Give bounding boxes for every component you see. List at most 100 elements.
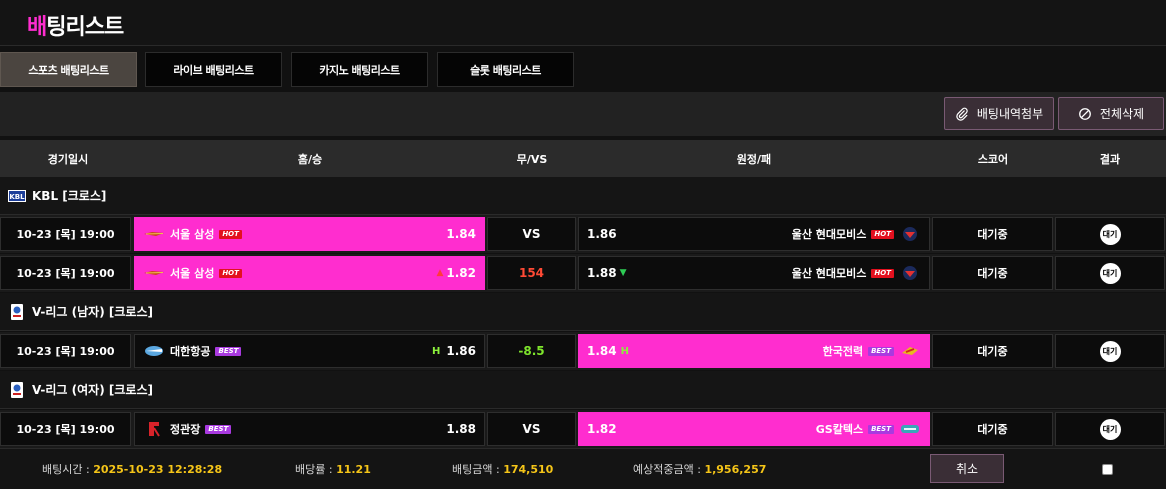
best-badge: BEST [205, 424, 232, 434]
jungkwanjang-logo-icon [143, 422, 165, 437]
table-row: 10-23 [목] 19:00 대한항공 BEST H 1.86 -8.5 1.… [0, 332, 1166, 370]
handicap-mark: H [432, 345, 441, 357]
page-title: 배팅리스트 [27, 15, 124, 40]
away-team-name: GS칼텍스 [815, 423, 864, 436]
ulsan-mobis-logo-icon [899, 227, 921, 241]
away-team-name: 울산 현대모비스 [791, 228, 867, 241]
hot-badge: HOT [219, 229, 242, 239]
seoul-samsung-logo-icon [143, 266, 165, 280]
draw-vs-cell: VS [487, 217, 576, 251]
title-bar: 배팅리스트 [0, 0, 1166, 46]
col-header-away: 원정/패 [736, 153, 772, 166]
table-row: 10-23 [목] 19:00 서울 삼성 HOT ▲ 1.82 154 1.8… [0, 254, 1166, 292]
ulsan-mobis-logo-icon [899, 266, 921, 280]
paperclip-icon [956, 107, 968, 121]
best-badge: BEST [868, 346, 894, 356]
col-header-score: 스코어 [977, 153, 1009, 166]
vleague-logo-icon [8, 381, 26, 398]
match-datetime: 10-23 [목] 19:00 [0, 256, 131, 290]
home-odds-cell[interactable]: 서울 삼성 HOT 1.84 [134, 217, 485, 251]
arrow-up-icon: ▲ [436, 268, 444, 278]
home-odds-cell[interactable]: 대한항공 BEST H 1.86 [134, 334, 485, 368]
home-odds: 1.86 [446, 344, 476, 358]
home-odds: 1.82 [446, 266, 476, 280]
home-team-name: 서울 삼성 [170, 228, 215, 241]
bet-time: 배팅시간 : 2025-10-23 12:28:28 [42, 463, 223, 476]
home-team-name: 정관장 [170, 423, 201, 436]
home-odds-cell[interactable]: 정관장 BEST 1.88 [134, 412, 485, 446]
league-header-kbl: KBL KBL [크로스] [0, 177, 1166, 215]
toolbar: 배팅내역첨부 전체삭제 [0, 92, 1166, 136]
home-odds-cell[interactable]: 서울 삼성 HOT ▲ 1.82 [134, 256, 485, 290]
col-header-home: 홈/승 [297, 153, 323, 166]
total-odds: 배당률 : 11.21 [295, 463, 371, 476]
draw-vs-cell: VS [487, 412, 576, 446]
korean-air-logo-icon [143, 344, 165, 358]
ban-icon [1079, 107, 1091, 120]
league-header-vleague-men: V-리그 (남자) [크로스] [0, 293, 1166, 331]
away-odds-cell[interactable]: 1.88 ▼ 울산 현대모비스 HOT [578, 256, 930, 290]
score-status: 대기중 [932, 256, 1053, 290]
col-header-result: 결과 [1099, 153, 1121, 166]
gs-caltex-logo-icon [899, 422, 921, 436]
league-name: V-리그 (여자) [크로스] [32, 383, 153, 397]
match-datetime: 10-23 [목] 19:00 [0, 217, 131, 251]
score-status: 대기중 [932, 412, 1053, 446]
away-odds: 1.86 [587, 227, 617, 241]
result-badge: 대기 [1099, 418, 1121, 440]
result-cell: 대기 [1055, 217, 1165, 251]
league-name: KBL [크로스] [32, 189, 107, 203]
score-status: 대기중 [932, 334, 1053, 368]
away-team-name: 울산 현대모비스 [791, 267, 867, 280]
home-team-name: 서울 삼성 [170, 267, 215, 280]
handicap-mark: H [620, 345, 629, 357]
away-odds: 1.84 [587, 344, 617, 358]
result-cell: 대기 [1055, 256, 1165, 290]
match-datetime: 10-23 [목] 19:00 [0, 412, 131, 446]
home-odds: 1.84 [446, 227, 476, 241]
hot-badge: HOT [871, 268, 894, 278]
home-team-name: 대한항공 [170, 345, 211, 358]
seoul-samsung-logo-icon [143, 227, 165, 241]
away-odds-cell[interactable]: 1.86 울산 현대모비스 HOT [578, 217, 930, 251]
best-badge: BEST [215, 346, 242, 356]
home-odds: 1.88 [446, 422, 476, 436]
vleague-logo-icon [8, 303, 26, 320]
away-team-name: 한국전력 [822, 345, 864, 358]
tab-bar: 스포츠 배팅리스트 라이브 배팅리스트 카지노 배팅리스트 슬롯 배팅리스트 [0, 52, 1166, 87]
attach-betting-history-button[interactable]: 배팅내역첨부 [944, 97, 1054, 130]
tab-live-betting[interactable]: 라이브 배팅리스트 [145, 52, 282, 87]
result-badge: 대기 [1099, 262, 1121, 284]
col-header-draw: 무/VS [516, 153, 548, 166]
away-odds: 1.88 [587, 266, 617, 280]
handicap-line: 154 [487, 256, 576, 290]
table-header: 경기일시 홈/승 무/VS 원정/패 스코어 결과 [0, 140, 1166, 177]
match-datetime: 10-23 [목] 19:00 [0, 334, 131, 368]
result-badge: 대기 [1099, 340, 1121, 362]
hot-badge: HOT [219, 268, 242, 278]
svg-text:KBL: KBL [9, 193, 25, 201]
select-checkbox[interactable] [1102, 464, 1113, 475]
result-badge: 대기 [1099, 223, 1121, 245]
table-row: 10-23 [목] 19:00 정관장 BEST 1.88 VS 1.82 GS… [0, 410, 1166, 448]
tab-sports-betting[interactable]: 스포츠 배팅리스트 [0, 52, 137, 87]
tab-casino-betting[interactable]: 카지노 배팅리스트 [291, 52, 428, 87]
away-odds-cell[interactable]: 1.82 GS칼텍스 BEST [578, 412, 930, 446]
tab-slot-betting[interactable]: 슬롯 배팅리스트 [437, 52, 574, 87]
best-badge: BEST [868, 424, 894, 434]
cancel-button[interactable]: 취소 [930, 454, 1004, 483]
arrow-down-icon: ▼ [619, 268, 627, 278]
bet-summary-footer: 배팅시간 : 2025-10-23 12:28:28 배당률 : 11.21 배… [0, 448, 1166, 489]
score-status: 대기중 [932, 217, 1053, 251]
handicap-line: -8.5 [487, 334, 576, 368]
delete-all-button[interactable]: 전체삭제 [1058, 97, 1164, 130]
league-header-vleague-women: V-리그 (여자) [크로스] [0, 371, 1166, 409]
hot-badge: HOT [871, 229, 894, 239]
kepco-logo-icon [899, 344, 921, 358]
kbl-logo-icon: KBL [8, 188, 26, 204]
result-cell: 대기 [1055, 412, 1165, 446]
away-odds: 1.82 [587, 422, 617, 436]
bet-amount: 배팅금액 : 174,510 [452, 463, 554, 476]
away-odds-cell[interactable]: 1.84 H 한국전력 BEST [578, 334, 930, 368]
table-row: 10-23 [목] 19:00 서울 삼성 HOT 1.84 VS 1.86 울… [0, 215, 1166, 253]
